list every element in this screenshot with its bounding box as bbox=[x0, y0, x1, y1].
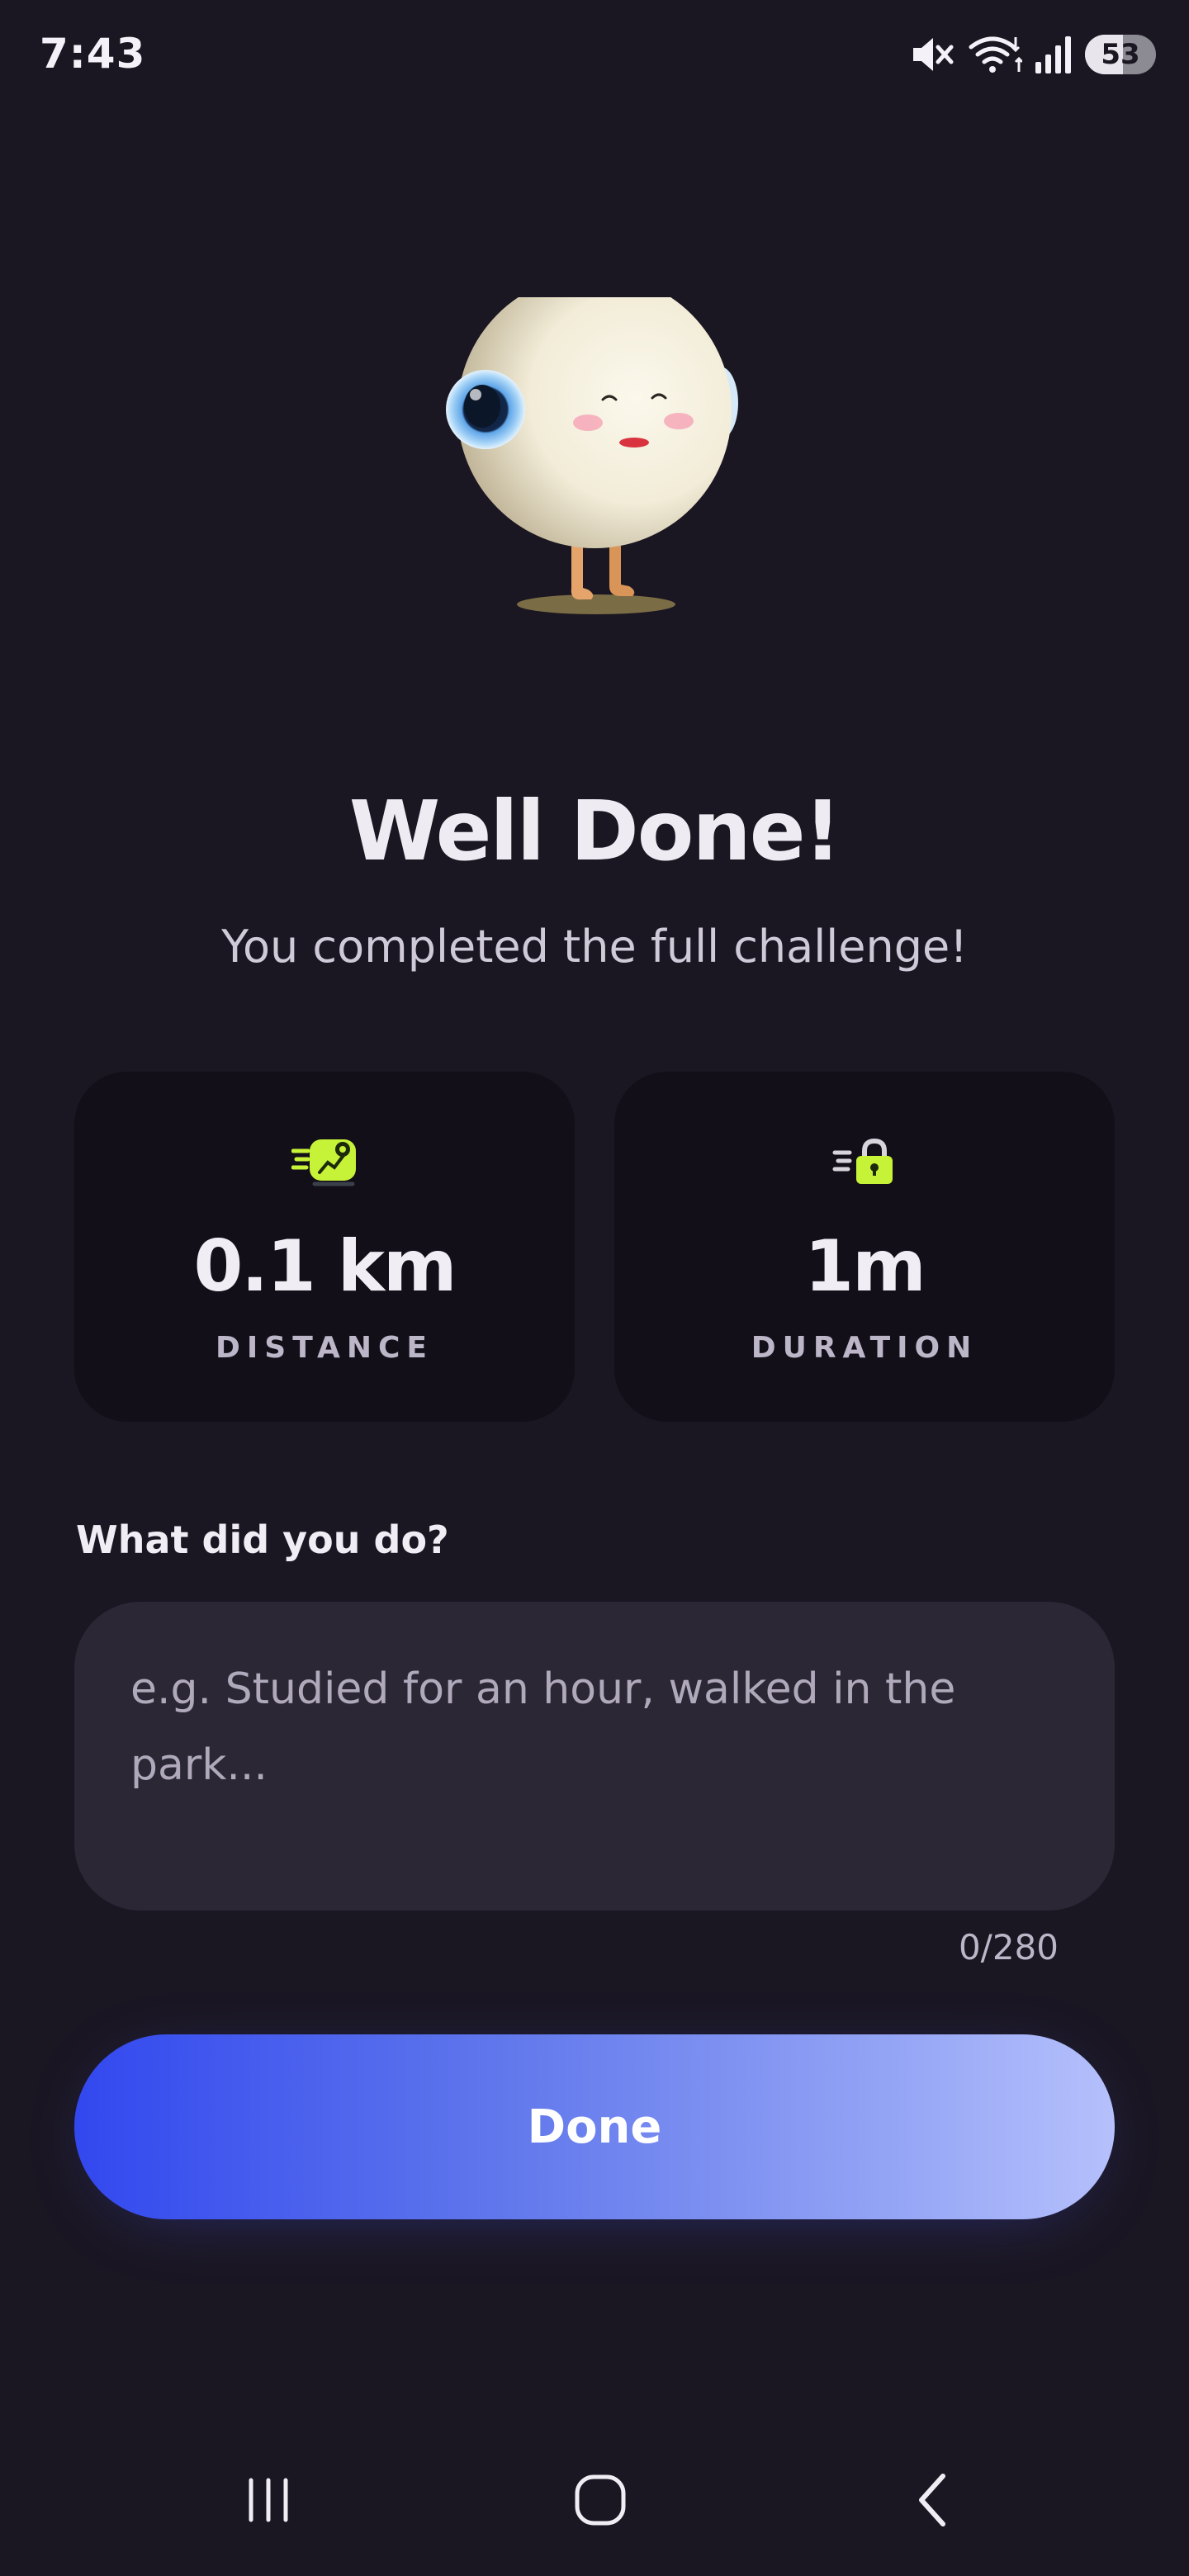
home-button[interactable] bbox=[534, 2444, 666, 2559]
duration-value: 1m bbox=[804, 1225, 926, 1308]
activity-note-input[interactable]: e.g. Studied for an hour, walked in the … bbox=[74, 1602, 1115, 1911]
distance-value: 0.1 km bbox=[193, 1225, 457, 1308]
wifi-icon bbox=[968, 34, 1022, 75]
status-bar: 7:43 53 bbox=[0, 0, 1189, 107]
done-button[interactable]: Done bbox=[74, 2034, 1115, 2219]
recent-apps-icon bbox=[239, 2475, 297, 2528]
duration-icon bbox=[831, 1133, 898, 1191]
distance-icon bbox=[291, 1133, 358, 1191]
distance-card: 0.1 km DISTANCE bbox=[74, 1072, 575, 1422]
challenge-complete-screen: 7:43 53 Well Done! You completed the ful… bbox=[0, 0, 1189, 2576]
page-subtitle: You completed the full challenge! bbox=[221, 921, 968, 973]
mascot-illustration bbox=[446, 274, 743, 627]
back-button[interactable] bbox=[867, 2444, 999, 2559]
distance-label: DISTANCE bbox=[216, 1331, 433, 1365]
page-title: Well Done! bbox=[348, 783, 841, 879]
battery-level: 53 bbox=[1101, 38, 1140, 71]
status-time: 7:43 bbox=[40, 30, 146, 78]
character-counter: 0/280 bbox=[958, 1927, 1059, 1968]
signal-icon bbox=[1034, 34, 1073, 75]
back-icon bbox=[908, 2471, 958, 2532]
navigation-bar bbox=[0, 2444, 1189, 2559]
duration-card: 1m DURATION bbox=[614, 1072, 1115, 1422]
note-prompt-label: What did you do? bbox=[76, 1518, 449, 1562]
note-placeholder: e.g. Studied for an hour, walked in the … bbox=[130, 1664, 956, 1790]
mute-icon bbox=[910, 34, 956, 75]
home-icon bbox=[571, 2471, 629, 2532]
duration-label: DURATION bbox=[751, 1331, 978, 1365]
recent-apps-button[interactable] bbox=[202, 2444, 334, 2559]
status-icons: 53 bbox=[910, 30, 1156, 79]
battery-icon: 53 bbox=[1085, 35, 1156, 74]
